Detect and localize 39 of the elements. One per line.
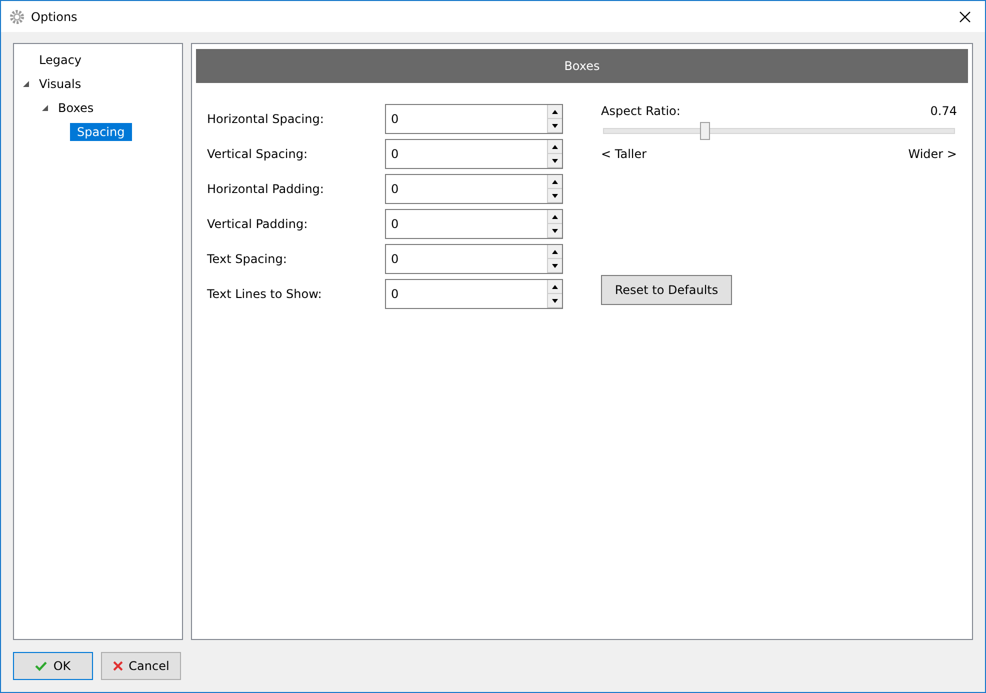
close-icon[interactable]	[959, 10, 971, 22]
tree-item[interactable]: Spacing	[70, 123, 132, 141]
ok-button[interactable]: OK	[13, 652, 93, 680]
field-label: Text Spacing:	[207, 252, 288, 266]
spin-box[interactable]: 0	[385, 244, 563, 274]
reset-button[interactable]: Reset to Defaults	[601, 275, 732, 305]
field-label: Horizontal Spacing:	[207, 112, 325, 126]
slider-label: Aspect Ratio:	[601, 104, 680, 118]
spin-box[interactable]: 0	[385, 209, 563, 239]
field-label: Horizontal Padding:	[207, 182, 325, 196]
spin-box[interactable]: 0	[385, 104, 563, 134]
window-title: Options	[31, 10, 78, 24]
number-field[interactable]: 0	[386, 280, 547, 308]
panel-header: Boxes	[196, 49, 968, 83]
field-label: Vertical Padding:	[207, 217, 309, 231]
spin-box[interactable]: 0	[385, 174, 563, 204]
field-label: Text Lines to Show:	[207, 287, 323, 301]
tree-item[interactable]: Boxes	[51, 99, 101, 117]
gear-icon	[9, 8, 25, 24]
tree-item[interactable]: Legacy	[32, 51, 89, 69]
spin-box[interactable]: 0	[385, 139, 563, 169]
cancel-button[interactable]: Cancel	[101, 652, 181, 680]
number-field[interactable]: 0	[386, 175, 547, 203]
cross-icon	[112, 661, 123, 671]
slider-value: 0.74	[930, 104, 957, 118]
slider-min-label: < Taller	[601, 147, 647, 161]
number-field[interactable]: 0	[386, 105, 547, 133]
tree-item[interactable]: Visuals	[32, 75, 88, 93]
collapse-triangle-icon[interactable]	[41, 103, 51, 113]
field-label: Vertical Spacing:	[207, 147, 309, 161]
slider[interactable]	[603, 121, 955, 141]
slider-thumb[interactable]	[700, 122, 710, 140]
slider-max-label: Wider >	[908, 147, 957, 161]
number-field[interactable]: 0	[386, 140, 547, 168]
collapse-triangle-icon[interactable]	[22, 79, 32, 89]
spin-box[interactable]: 0	[385, 279, 563, 309]
check-icon	[35, 661, 48, 671]
number-field[interactable]: 0	[386, 210, 547, 238]
number-field[interactable]: 0	[386, 245, 547, 273]
